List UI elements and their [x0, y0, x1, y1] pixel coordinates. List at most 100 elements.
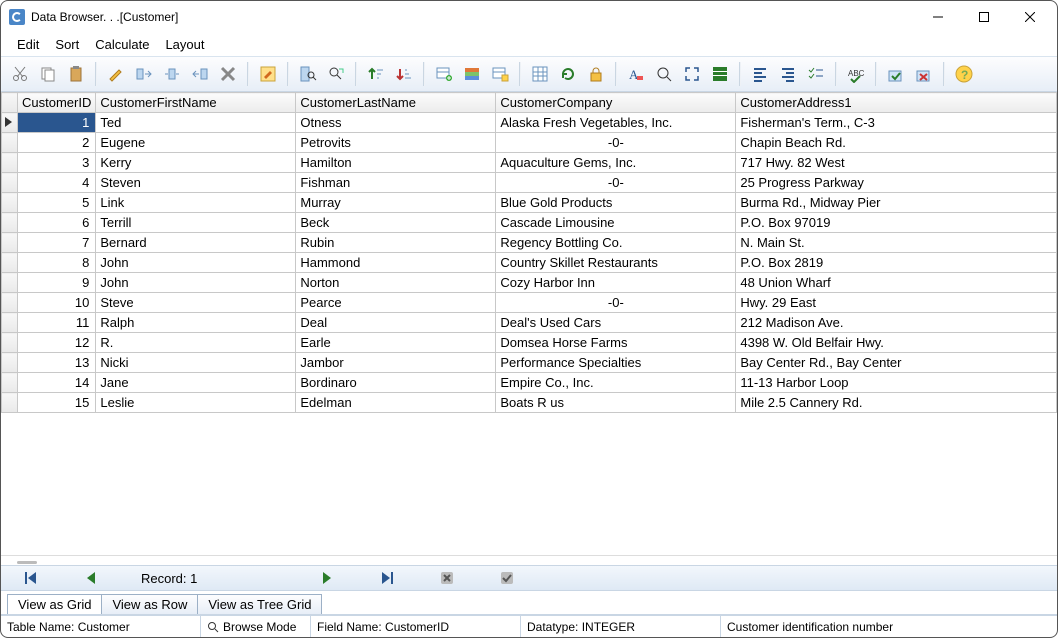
cell-customer-id[interactable]: 13 — [18, 353, 96, 373]
cell-last-name[interactable]: Deal — [296, 313, 496, 333]
col-last-name[interactable]: CustomerLastName — [296, 93, 496, 113]
row-handle[interactable] — [2, 133, 18, 153]
cell-company[interactable]: Aquaculture Gems, Inc. — [496, 153, 736, 173]
cell-first-name[interactable]: Nicki — [96, 353, 296, 373]
cell-address[interactable]: P.O. Box 2819 — [736, 253, 1057, 273]
row-handle[interactable] — [2, 253, 18, 273]
cell-first-name[interactable]: R. — [96, 333, 296, 353]
edit-icon[interactable] — [103, 61, 129, 87]
cell-last-name[interactable]: Rubin — [296, 233, 496, 253]
row-handle[interactable] — [2, 193, 18, 213]
last-record-button[interactable] — [377, 569, 397, 587]
insert-left-icon[interactable] — [187, 61, 213, 87]
cell-first-name[interactable]: Eugene — [96, 133, 296, 153]
row-handle[interactable] — [2, 373, 18, 393]
cell-last-name[interactable]: Jambor — [296, 353, 496, 373]
checklist-icon[interactable] — [803, 61, 829, 87]
cell-company[interactable]: Empire Co., Inc. — [496, 373, 736, 393]
cell-last-name[interactable]: Murray — [296, 193, 496, 213]
row-handle[interactable] — [2, 333, 18, 353]
next-record-button[interactable] — [317, 569, 337, 587]
refresh-icon[interactable] — [555, 61, 581, 87]
cell-customer-id[interactable]: 1 — [18, 113, 96, 133]
cell-last-name[interactable]: Bordinaro — [296, 373, 496, 393]
cell-address[interactable]: 212 Madison Ave. — [736, 313, 1057, 333]
cell-customer-id[interactable]: 8 — [18, 253, 96, 273]
table-row[interactable]: 8JohnHammondCountry Skillet RestaurantsP… — [2, 253, 1057, 273]
select-all-icon[interactable] — [707, 61, 733, 87]
row-handle[interactable] — [2, 273, 18, 293]
table-row[interactable]: 10StevePearce-0-Hwy. 29 East — [2, 293, 1057, 313]
cell-company[interactable]: Country Skillet Restaurants — [496, 253, 736, 273]
splitter[interactable] — [1, 555, 1057, 565]
sort-desc-icon[interactable] — [391, 61, 417, 87]
cell-address[interactable]: Mile 2.5 Cannery Rd. — [736, 393, 1057, 413]
table-row[interactable]: 5LinkMurrayBlue Gold ProductsBurma Rd., … — [2, 193, 1057, 213]
cell-customer-id[interactable]: 14 — [18, 373, 96, 393]
cell-last-name[interactable]: Petrovits — [296, 133, 496, 153]
cell-customer-id[interactable]: 10 — [18, 293, 96, 313]
table-row[interactable]: 1TedOtnessAlaska Fresh Vegetables, Inc.F… — [2, 113, 1057, 133]
cell-last-name[interactable]: Hammond — [296, 253, 496, 273]
table-color-icon[interactable] — [459, 61, 485, 87]
row-handle[interactable] — [2, 393, 18, 413]
cell-address[interactable]: P.O. Box 97019 — [736, 213, 1057, 233]
cell-company[interactable]: Regency Bottling Co. — [496, 233, 736, 253]
table-add-icon[interactable] — [431, 61, 457, 87]
table-row[interactable]: 7BernardRubinRegency Bottling Co.N. Main… — [2, 233, 1057, 253]
cell-first-name[interactable]: Steven — [96, 173, 296, 193]
help-icon[interactable]: ? — [951, 61, 977, 87]
cell-address[interactable]: Hwy. 29 East — [736, 293, 1057, 313]
cell-first-name[interactable]: John — [96, 253, 296, 273]
table-tools-icon[interactable] — [487, 61, 513, 87]
cell-customer-id[interactable]: 12 — [18, 333, 96, 353]
copy-icon[interactable] — [35, 61, 61, 87]
zoom-icon[interactable] — [651, 61, 677, 87]
cell-customer-id[interactable]: 7 — [18, 233, 96, 253]
cell-company[interactable]: Boats R us — [496, 393, 736, 413]
cell-company[interactable]: Domsea Horse Farms — [496, 333, 736, 353]
cell-customer-id[interactable]: 15 — [18, 393, 96, 413]
cell-first-name[interactable]: John — [96, 273, 296, 293]
table-row[interactable]: 12R.EarleDomsea Horse Farms4398 W. Old B… — [2, 333, 1057, 353]
first-record-button[interactable] — [21, 569, 41, 587]
tab-view-tree[interactable]: View as Tree Grid — [197, 594, 322, 614]
cell-address[interactable]: Burma Rd., Midway Pier — [736, 193, 1057, 213]
row-handle-header[interactable] — [2, 93, 18, 113]
insert-split-icon[interactable] — [159, 61, 185, 87]
col-company[interactable]: CustomerCompany — [496, 93, 736, 113]
grid-icon[interactable] — [527, 61, 553, 87]
cell-last-name[interactable]: Earle — [296, 333, 496, 353]
cell-address[interactable]: 4398 W. Old Belfair Hwy. — [736, 333, 1057, 353]
cell-address[interactable]: 25 Progress Parkway — [736, 173, 1057, 193]
minimize-button[interactable] — [915, 2, 961, 32]
table-row[interactable]: 6TerrillBeckCascade LimousineP.O. Box 97… — [2, 213, 1057, 233]
lock-icon[interactable] — [583, 61, 609, 87]
cell-address[interactable]: Fisherman's Term., C-3 — [736, 113, 1057, 133]
table-row[interactable]: 4StevenFishman-0-25 Progress Parkway — [2, 173, 1057, 193]
cell-first-name[interactable]: Link — [96, 193, 296, 213]
approve-icon[interactable] — [883, 61, 909, 87]
cell-last-name[interactable]: Edelman — [296, 393, 496, 413]
cell-company[interactable]: Blue Gold Products — [496, 193, 736, 213]
paste-icon[interactable] — [63, 61, 89, 87]
menu-calculate[interactable]: Calculate — [89, 35, 155, 54]
cell-address[interactable]: N. Main St. — [736, 233, 1057, 253]
cell-first-name[interactable]: Bernard — [96, 233, 296, 253]
table-row[interactable]: 2EugenePetrovits-0-Chapin Beach Rd. — [2, 133, 1057, 153]
cell-customer-id[interactable]: 9 — [18, 273, 96, 293]
cell-first-name[interactable]: Leslie — [96, 393, 296, 413]
cell-customer-id[interactable]: 11 — [18, 313, 96, 333]
cell-first-name[interactable]: Ted — [96, 113, 296, 133]
col-first-name[interactable]: CustomerFirstName — [96, 93, 296, 113]
cell-company[interactable]: -0- — [496, 293, 736, 313]
spellcheck-icon[interactable]: ABC — [843, 61, 869, 87]
cut-icon[interactable] — [7, 61, 33, 87]
cell-customer-id[interactable]: 4 — [18, 173, 96, 193]
cell-last-name[interactable]: Otness — [296, 113, 496, 133]
reject-icon[interactable] — [911, 61, 937, 87]
table-row[interactable]: 14JaneBordinaroEmpire Co., Inc.11-13 Har… — [2, 373, 1057, 393]
menu-sort[interactable]: Sort — [49, 35, 85, 54]
table-row[interactable]: 11RalphDealDeal's Used Cars212 Madison A… — [2, 313, 1057, 333]
table-row[interactable]: 3KerryHamiltonAquaculture Gems, Inc.717 … — [2, 153, 1057, 173]
